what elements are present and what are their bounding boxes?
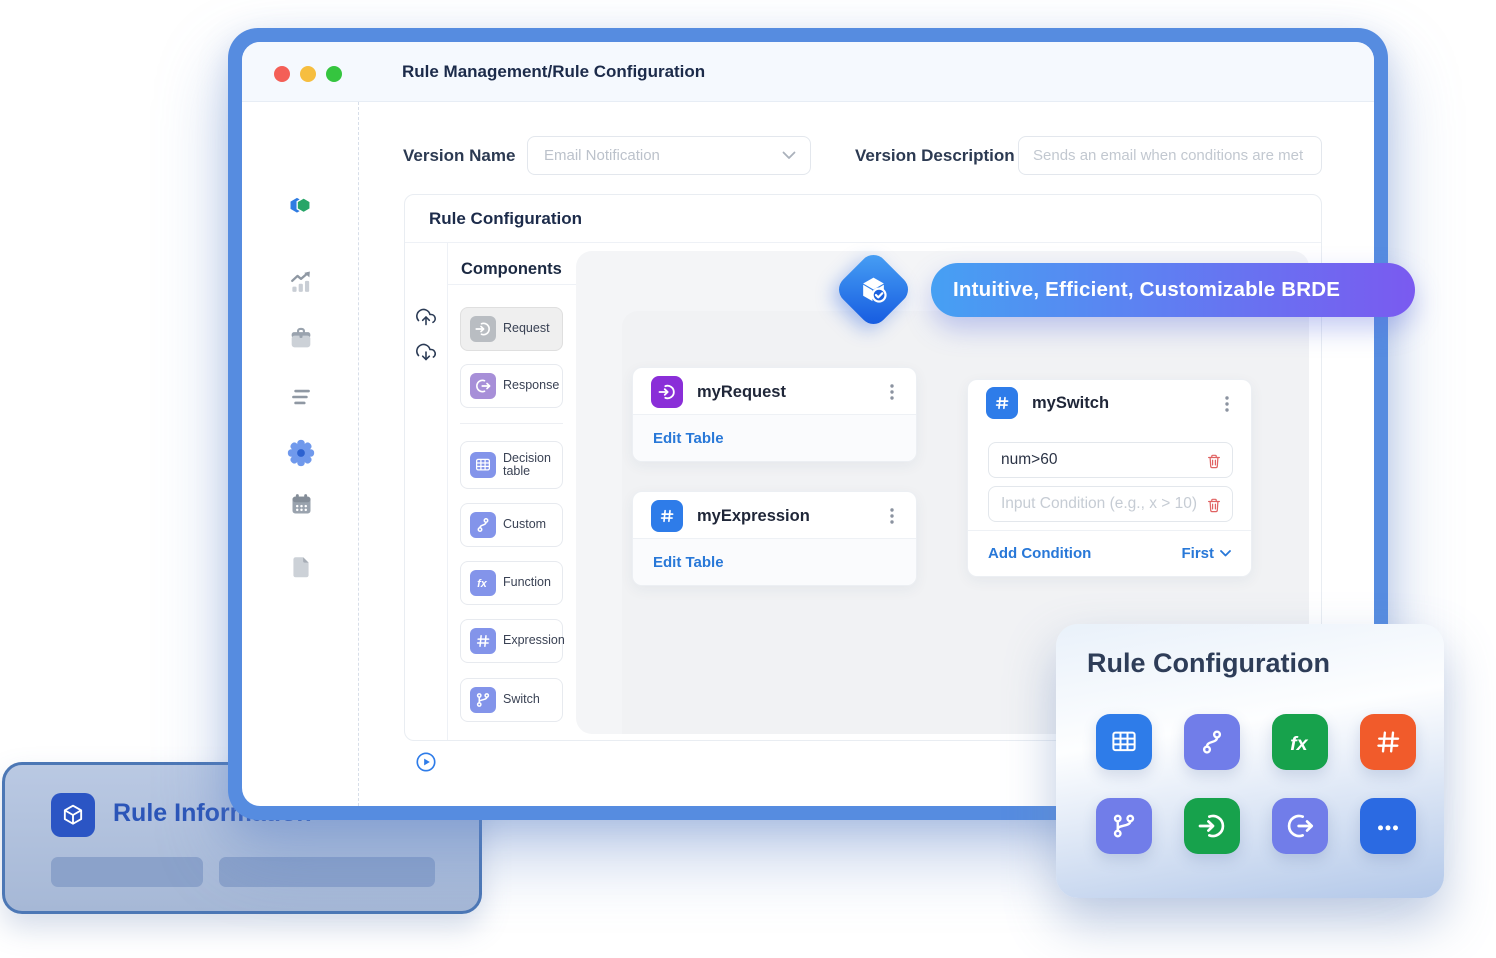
download-cloud-icon[interactable] xyxy=(415,341,437,363)
condition-placeholder-input[interactable] xyxy=(989,487,1232,521)
more-icon xyxy=(1360,798,1416,854)
chevron-down-icon xyxy=(782,151,796,160)
node-title: myRequest xyxy=(697,383,786,402)
sidebar-item-list[interactable] xyxy=(284,380,318,414)
custom-icon xyxy=(1184,714,1240,770)
minimize-window-button[interactable] xyxy=(300,66,316,82)
component-label: Decision table xyxy=(503,452,562,478)
expression-icon xyxy=(1360,714,1416,770)
trash-icon[interactable] xyxy=(1205,496,1223,514)
component-item-expression[interactable]: Expression xyxy=(460,619,563,663)
placeholder-bar xyxy=(51,857,203,887)
promo-banner: Intuitive, Efficient, Customizable BRDE xyxy=(931,263,1415,317)
sidebar-item-analytics[interactable] xyxy=(284,265,318,299)
node-card-myrequest[interactable]: myRequest Edit Table xyxy=(632,367,917,462)
component-label: Function xyxy=(503,576,551,589)
panel-title: Rule Configuration xyxy=(429,195,582,243)
trash-icon[interactable] xyxy=(1205,452,1223,470)
run-play-icon[interactable] xyxy=(415,751,437,773)
edit-table-link[interactable]: Edit Table xyxy=(653,554,724,571)
promo-card-title: Rule Configuration xyxy=(1087,648,1330,679)
sidebar xyxy=(242,102,359,806)
condition-value-input[interactable] xyxy=(989,443,1232,477)
condition-input-2[interactable] xyxy=(988,486,1233,522)
components-column: Components Request xyxy=(448,243,576,740)
component-label: Request xyxy=(503,322,550,335)
switch-icon xyxy=(1096,798,1152,854)
version-name-value: Email Notification xyxy=(544,147,782,164)
sidebar-item-projects[interactable] xyxy=(284,321,318,355)
maximize-window-button[interactable] xyxy=(326,66,342,82)
component-item-request[interactable]: Request xyxy=(460,307,563,351)
order-select[interactable]: First xyxy=(1181,545,1231,562)
cube-check-icon xyxy=(858,274,889,305)
decision-table-icon xyxy=(1096,714,1152,770)
function-icon: fx xyxy=(470,570,496,596)
order-value: First xyxy=(1181,545,1214,562)
component-item-custom[interactable]: Custom xyxy=(460,503,563,547)
request-icon xyxy=(651,376,683,408)
titlebar: Rule Management/Rule Configuration xyxy=(242,42,1374,102)
component-label: Response xyxy=(503,379,559,392)
sidebar-item-settings-active[interactable] xyxy=(284,436,318,470)
expression-icon xyxy=(470,628,496,654)
components-header: Components xyxy=(461,255,562,283)
response-icon xyxy=(470,373,496,399)
sidebar-item-calendar[interactable] xyxy=(284,487,318,521)
page: Rule Information Rule Management/Rule Co… xyxy=(0,0,1496,958)
more-menu-icon[interactable] xyxy=(882,382,902,402)
app-logo-icon xyxy=(284,186,318,220)
component-label: Switch xyxy=(503,693,540,706)
add-condition-button[interactable]: Add Condition xyxy=(988,545,1091,562)
component-label: Expression xyxy=(503,634,565,647)
version-description-input[interactable] xyxy=(1018,136,1322,175)
expression-icon xyxy=(651,500,683,532)
decision-table-icon xyxy=(470,452,496,478)
node-card-myswitch[interactable]: mySwitch xyxy=(967,379,1252,577)
divider xyxy=(460,423,563,424)
switch-icon xyxy=(470,687,496,713)
promo-banner-text: Intuitive, Efficient, Customizable BRDE xyxy=(953,278,1340,302)
svg-text:fx: fx xyxy=(477,578,488,590)
window-title: Rule Management/Rule Configuration xyxy=(402,42,705,102)
promo-card: Rule Configuration fx xyxy=(1056,624,1444,898)
component-item-function[interactable]: fx Function xyxy=(460,561,563,605)
chevron-down-icon xyxy=(1220,550,1231,557)
custom-icon xyxy=(470,512,496,538)
cube-icon xyxy=(51,793,95,837)
version-name-label: Version Name xyxy=(403,143,515,169)
expression-icon xyxy=(986,387,1018,419)
component-item-response[interactable]: Response xyxy=(460,364,563,408)
panel-header: Rule Configuration xyxy=(405,195,1321,243)
tool-strip xyxy=(405,243,448,740)
component-label: Custom xyxy=(503,518,546,531)
close-window-button[interactable] xyxy=(274,66,290,82)
condition-input-1[interactable] xyxy=(988,442,1233,478)
more-menu-icon[interactable] xyxy=(1217,394,1237,414)
component-item-decision-table[interactable]: Decision table xyxy=(460,441,563,489)
edit-table-link[interactable]: Edit Table xyxy=(653,430,724,447)
node-title: mySwitch xyxy=(1032,394,1109,413)
function-icon: fx xyxy=(1272,714,1328,770)
node-card-myexpression[interactable]: myExpression Edit Table xyxy=(632,491,917,586)
sidebar-item-documents[interactable] xyxy=(284,550,318,584)
response-icon xyxy=(1272,798,1328,854)
component-item-switch[interactable]: Switch xyxy=(460,678,563,722)
more-menu-icon[interactable] xyxy=(882,506,902,526)
node-title: myExpression xyxy=(697,507,810,526)
divider xyxy=(448,284,576,285)
version-name-select[interactable]: Email Notification xyxy=(527,136,811,175)
upload-cloud-icon[interactable] xyxy=(415,306,437,328)
svg-text:fx: fx xyxy=(1290,733,1309,755)
version-description-label: Version Description xyxy=(855,143,1015,169)
placeholder-bar xyxy=(219,857,435,887)
request-icon xyxy=(1184,798,1240,854)
request-icon xyxy=(470,316,496,342)
